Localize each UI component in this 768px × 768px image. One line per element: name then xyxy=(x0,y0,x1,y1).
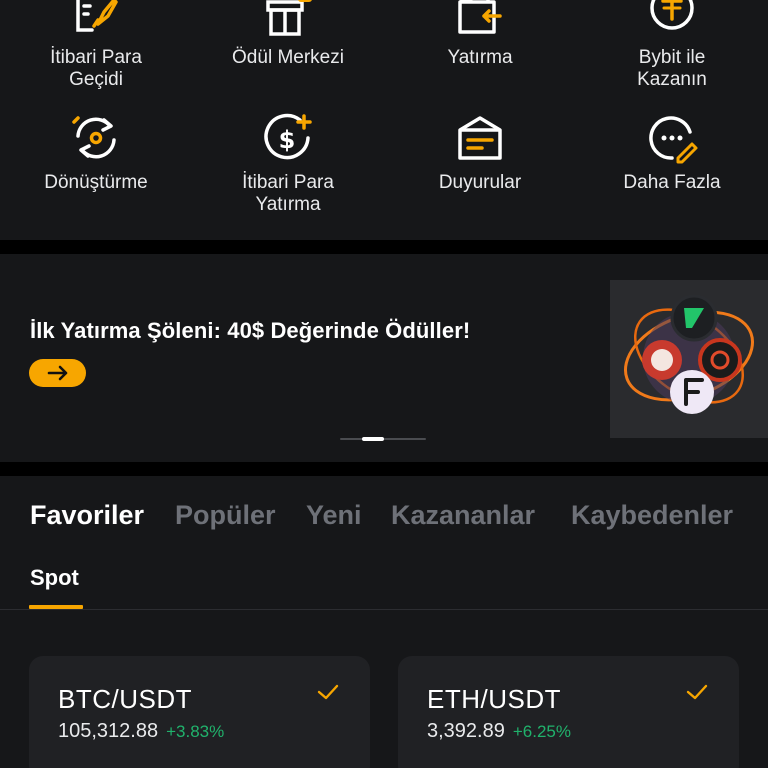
shortcuts-panel: İtibari Para Geçidi Ödül Merkezi Yatırma… xyxy=(0,0,768,240)
shortcut-announcements[interactable]: Duyurular xyxy=(384,110,576,220)
subtab-spot[interactable]: Spot xyxy=(30,565,79,591)
tab-favorites[interactable]: Favoriler xyxy=(30,500,144,531)
shortcut-label: Dönüştürme xyxy=(44,172,148,193)
carousel-active-dot xyxy=(362,437,384,441)
pair-symbol: BTC/USDT xyxy=(58,684,192,714)
banner-image[interactable] xyxy=(610,280,768,438)
tab-popular[interactable]: Popüler xyxy=(175,500,276,531)
shortcut-more[interactable]: Daha Fazla xyxy=(576,110,768,220)
shortcut-label: İtibari Para Geçidi xyxy=(50,47,142,90)
tab-new[interactable]: Yeni xyxy=(306,500,362,531)
shortcut-label: İtibari Para Yatırma xyxy=(242,172,334,215)
checkmark-icon[interactable] xyxy=(316,682,340,702)
pair-price-row: 3,392.89 +6.25% xyxy=(427,720,571,743)
wallet-deposit-icon xyxy=(458,0,502,34)
banner-arrow-button[interactable] xyxy=(29,359,86,387)
carousel-indicator xyxy=(340,437,428,441)
shortcut-fiat-gateway[interactable]: İtibari Para Geçidi xyxy=(0,0,192,110)
shortcut-fiat-deposit[interactable]: $ İtibari Para Yatırma xyxy=(192,110,384,220)
shortcut-earn[interactable]: Bybit ile Kazanın xyxy=(576,0,768,110)
pair-card-btc[interactable]: BTC/USDT 105,312.88 +3.83% xyxy=(29,656,370,768)
more-chat-icon xyxy=(649,116,698,164)
rocket-doc-icon xyxy=(76,0,118,32)
svg-text:$: $ xyxy=(279,126,296,154)
pair-price: 105,312.88 xyxy=(58,720,159,742)
shortcut-label: Duyurular xyxy=(438,172,522,193)
section-divider xyxy=(0,609,768,610)
shortcut-label: Bybit ile Kazanın xyxy=(637,47,707,90)
pair-price: 3,392.89 xyxy=(427,720,505,742)
tab-losers[interactable]: Kaybedenler xyxy=(571,500,733,531)
pair-card-eth[interactable]: ETH/USDT 3,392.89 +6.25% xyxy=(398,656,739,768)
arrow-right-icon xyxy=(47,365,67,381)
pair-change: +3.83% xyxy=(166,722,225,741)
gift-box-icon xyxy=(266,0,312,36)
shortcut-label: Yatırma xyxy=(447,47,513,68)
tether-coin-icon xyxy=(650,0,694,30)
shortcut-label: Daha Fazla xyxy=(623,172,721,193)
dollar-plus-icon: $ xyxy=(264,113,312,160)
pair-change: +6.25% xyxy=(512,722,571,741)
shortcut-reward-hub[interactable]: Ödül Merkezi xyxy=(192,0,384,110)
checkmark-icon[interactable] xyxy=(685,682,709,702)
banner-title: İlk Yatırma Şöleni: 40$ Değerinde Ödülle… xyxy=(30,318,471,343)
tab-gainers[interactable]: Kazananlar xyxy=(391,500,535,531)
pair-symbol: ETH/USDT xyxy=(427,684,561,714)
shortcut-label: Ödül Merkezi xyxy=(232,47,344,68)
announcement-icon xyxy=(458,116,502,160)
shortcut-deposit[interactable]: Yatırma xyxy=(384,0,576,110)
crypto-tokens-icon xyxy=(623,294,755,414)
pair-price-row: 105,312.88 +3.83% xyxy=(58,720,224,743)
convert-icon xyxy=(72,116,116,159)
shortcut-convert[interactable]: Dönüştürme xyxy=(0,110,192,220)
